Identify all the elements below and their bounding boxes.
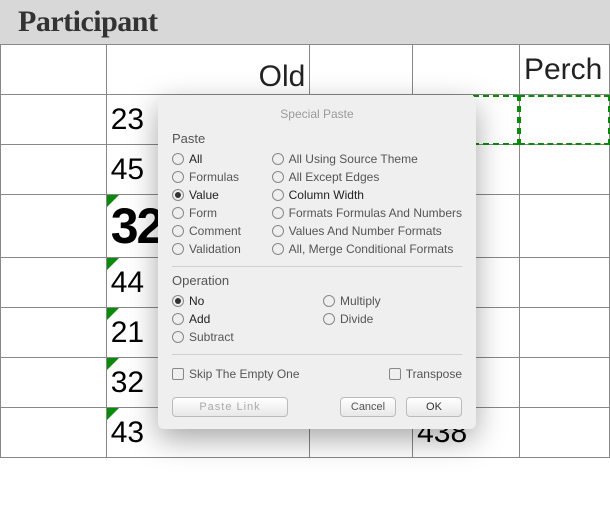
radio-label: Column Width <box>289 188 364 202</box>
cell[interactable] <box>519 408 609 458</box>
paste-option-1[interactable]: All Except Edges <box>272 168 462 186</box>
dialog-title: Special Paste <box>172 105 462 131</box>
radio-icon <box>172 171 184 183</box>
radio-label: Validation <box>189 242 241 256</box>
dialog-buttons: Paste Link Cancel OK <box>172 397 462 417</box>
cell-copy-source[interactable] <box>519 95 609 145</box>
cell[interactable] <box>310 45 413 95</box>
paste-option-3[interactable]: Formats Formulas And Numbers <box>272 204 462 222</box>
checkbox-icon <box>389 368 401 380</box>
divider <box>172 266 462 267</box>
col-header-e[interactable]: Perch <box>519 45 609 95</box>
radio-icon <box>272 171 284 183</box>
radio-label: Comment <box>189 224 241 238</box>
cell[interactable] <box>413 45 520 95</box>
radio-label: All <box>189 152 202 166</box>
checkbox-row: Skip The Empty One Transpose <box>172 361 462 387</box>
radio-label: Subtract <box>189 330 234 344</box>
operation-options: No Add Subtract Multiply Divide <box>172 292 462 346</box>
radio-label: Values And Number Formats <box>289 224 442 238</box>
cancel-button[interactable]: Cancel <box>340 397 396 417</box>
radio-label: All Using Source Theme <box>289 152 418 166</box>
checkbox-icon <box>172 368 184 380</box>
operation-option-0[interactable]: Multiply <box>323 292 462 310</box>
radio-label: Form <box>189 206 217 220</box>
paste-link-button[interactable]: Paste Link <box>172 397 288 417</box>
operation-option-0[interactable]: No <box>172 292 311 310</box>
cell[interactable] <box>519 308 609 358</box>
cell[interactable] <box>1 358 107 408</box>
paste-option-0[interactable]: All <box>172 150 260 168</box>
radio-label: Value <box>189 188 219 202</box>
cell[interactable] <box>1 308 107 358</box>
paste-section-label: Paste <box>172 131 462 146</box>
skip-empty-checkbox[interactable]: Skip The Empty One <box>172 365 300 383</box>
cell[interactable] <box>1 95 107 145</box>
radio-icon <box>172 189 184 201</box>
paste-options: All Formulas Value Form Comment Validation Al… <box>172 150 462 258</box>
cell[interactable] <box>1 45 107 95</box>
radio-icon <box>172 313 184 325</box>
paste-option-4[interactable]: Comment <box>172 222 260 240</box>
paste-option-2[interactable]: Column Width <box>272 186 462 204</box>
operation-option-2[interactable]: Subtract <box>172 328 311 346</box>
paste-option-5[interactable]: All, Merge Conditional Formats <box>272 240 462 258</box>
radio-label: All Except Edges <box>289 170 380 184</box>
cell[interactable] <box>1 145 107 195</box>
radio-icon <box>272 243 284 255</box>
app-header: Participant <box>0 0 610 44</box>
paste-option-5[interactable]: Validation <box>172 240 260 258</box>
radio-icon <box>172 153 184 165</box>
divider <box>172 354 462 355</box>
col-header-b[interactable]: Old <box>106 45 310 95</box>
radio-icon <box>172 331 184 343</box>
radio-icon <box>272 225 284 237</box>
operation-option-1[interactable]: Add <box>172 310 311 328</box>
radio-label: No <box>189 294 204 308</box>
radio-icon <box>172 225 184 237</box>
paste-option-3[interactable]: Form <box>172 204 260 222</box>
radio-label: Formats Formulas And Numbers <box>289 206 462 220</box>
radio-icon <box>272 207 284 219</box>
cell[interactable] <box>519 258 609 308</box>
cell[interactable] <box>519 358 609 408</box>
radio-label: Divide <box>340 312 373 326</box>
transpose-checkbox[interactable]: Transpose <box>389 365 462 383</box>
cell[interactable] <box>1 408 107 458</box>
radio-label: Multiply <box>340 294 381 308</box>
radio-icon <box>272 153 284 165</box>
operation-option-1[interactable]: Divide <box>323 310 462 328</box>
paste-option-1[interactable]: Formulas <box>172 168 260 186</box>
cell[interactable] <box>1 258 107 308</box>
radio-icon <box>172 295 184 307</box>
radio-icon <box>323 295 335 307</box>
paste-option-0[interactable]: All Using Source Theme <box>272 150 462 168</box>
radio-label: All, Merge Conditional Formats <box>289 242 454 256</box>
radio-icon <box>272 189 284 201</box>
paste-option-2[interactable]: Value <box>172 186 260 204</box>
ok-button[interactable]: OK <box>406 397 462 417</box>
cell[interactable] <box>1 195 107 258</box>
radio-icon <box>323 313 335 325</box>
operation-section-label: Operation <box>172 273 462 288</box>
special-paste-dialog: Special Paste Paste All Formulas Value Form… <box>158 95 476 429</box>
cell[interactable] <box>519 145 609 195</box>
cell[interactable] <box>519 195 609 258</box>
page-title: Participant <box>18 5 157 39</box>
radio-icon <box>172 243 184 255</box>
radio-icon <box>172 207 184 219</box>
paste-option-4[interactable]: Values And Number Formats <box>272 222 462 240</box>
radio-label: Formulas <box>189 170 239 184</box>
radio-label: Add <box>189 312 210 326</box>
